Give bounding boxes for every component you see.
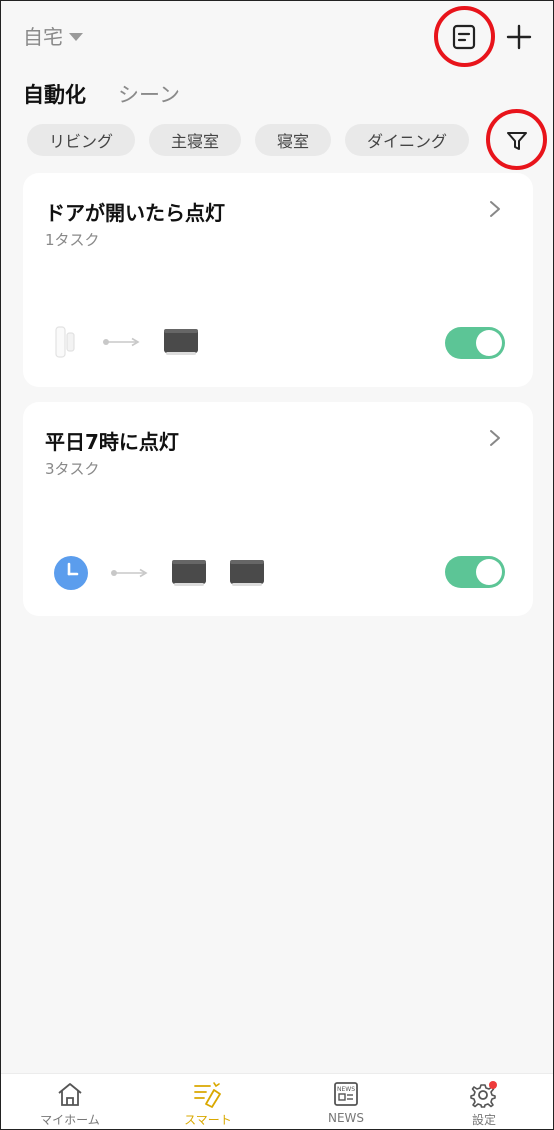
chevron-right-icon (490, 430, 500, 446)
chip-bedroom[interactable]: 寝室 (255, 124, 332, 156)
tab-automation[interactable]: 自動化 (23, 79, 86, 109)
chip-master-bedroom[interactable]: 主寝室 (149, 124, 242, 156)
task-count: 3タスク (45, 460, 100, 478)
smart-icon (194, 1082, 221, 1108)
nav-label: スマート (184, 1113, 232, 1127)
home-name: 自宅 (23, 25, 63, 49)
tab-bar: 自動化 シーン (23, 79, 180, 109)
nav-news[interactable]: NEWS NEWS (277, 1074, 415, 1129)
automation-toggle[interactable] (445, 327, 505, 359)
toggle-knob (476, 330, 502, 356)
chip-dining[interactable]: ダイニング (345, 124, 470, 156)
document-icon (452, 24, 476, 50)
ceiling-light-icon (164, 329, 198, 355)
nav-label: NEWS (327, 1111, 365, 1125)
nav-settings[interactable]: 設定 (415, 1074, 553, 1129)
nav-label: 設定 (471, 1113, 496, 1127)
home-icon (58, 1083, 82, 1106)
toggle-knob (476, 559, 502, 585)
automation-title: ドアが開いたら点灯 (45, 201, 225, 225)
log-button[interactable] (438, 11, 490, 63)
automation-card[interactable]: 平日7時に点灯 3タスク (23, 402, 533, 616)
filter-icon (507, 132, 527, 150)
chip-living[interactable]: リビング (27, 124, 136, 156)
automation-card[interactable]: ドアが開いたら点灯 1タスク (23, 173, 533, 387)
arrow-right-icon (111, 568, 148, 578)
automation-title: 平日7時に点灯 (45, 430, 179, 454)
filter-button[interactable] (487, 111, 547, 171)
arrow-right-icon (103, 337, 140, 347)
automation-flow (53, 555, 287, 591)
clock-icon (54, 556, 88, 590)
home-selector[interactable]: 自宅 (23, 21, 83, 50)
bottom-nav: マイホーム スマート NEWS NEWS 設定 (1, 1073, 553, 1129)
gear-icon (470, 1081, 497, 1108)
plus-icon (506, 24, 532, 50)
nav-my-home[interactable]: マイホーム (1, 1074, 139, 1129)
news-icon: NEWS (334, 1082, 358, 1106)
app-screen: 自宅 自動化 シーン リビング 主寝室 寝室 ダイニング ドアが開いたら点灯 1… (0, 0, 554, 1130)
tab-scene[interactable]: シーン (118, 79, 180, 109)
automation-toggle[interactable] (445, 556, 505, 588)
automation-flow (53, 326, 221, 358)
task-count: 1タスク (45, 231, 100, 249)
ceiling-light-icon (172, 560, 206, 586)
room-filter-chips: リビング 主寝室 寝室 ダイニング (27, 124, 470, 156)
svg-text:NEWS: NEWS (337, 1086, 355, 1093)
nav-label: マイホーム (40, 1113, 100, 1127)
caret-down-icon (69, 32, 83, 41)
door-sensor-icon (55, 326, 75, 358)
chevron-right-icon (490, 201, 500, 217)
add-button[interactable] (499, 15, 539, 59)
ceiling-light-icon (230, 560, 264, 586)
nav-smart[interactable]: スマート (139, 1074, 277, 1129)
